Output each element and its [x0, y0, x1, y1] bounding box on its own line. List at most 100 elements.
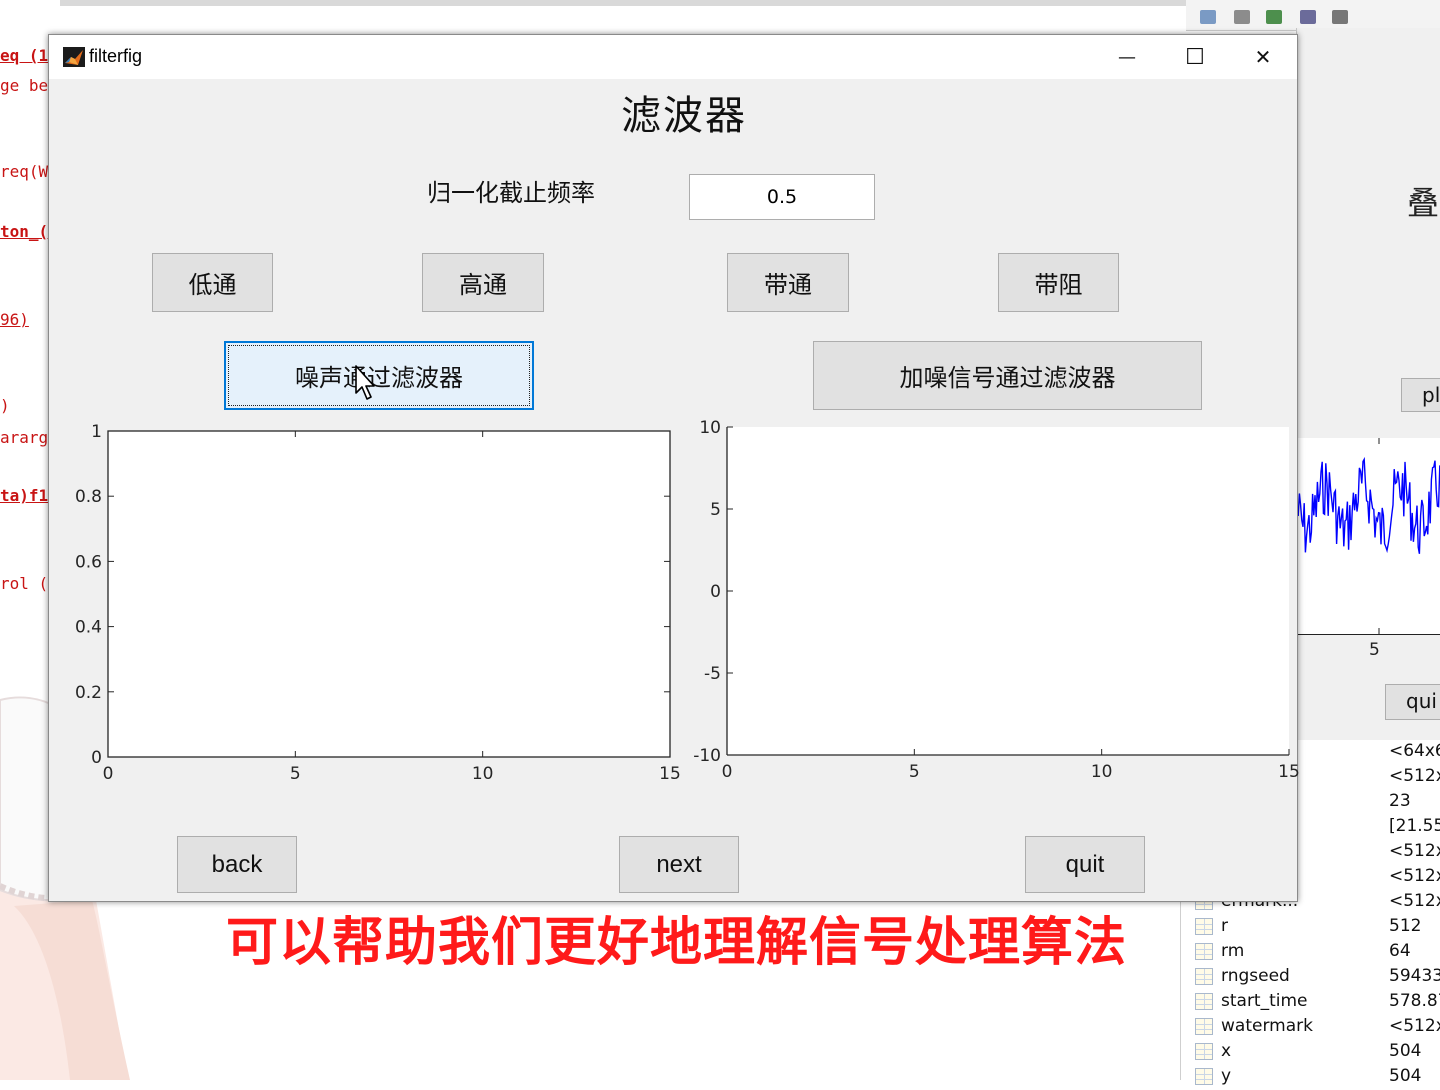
variable-value: 504: [1389, 1041, 1422, 1061]
y-tick-label: 1: [91, 422, 102, 442]
background-quit-button[interactable]: qui: [1385, 684, 1440, 720]
video-subtitle: 可以帮助我们更好地理解信号处理算法: [226, 913, 1128, 973]
workspace-variable-row[interactable]: rm 64: [1181, 940, 1440, 965]
y-tick-label: 0.6: [75, 552, 102, 572]
mouse-cursor-icon: [355, 365, 375, 400]
toolbar-icon: [1332, 10, 1348, 24]
x-tick-label: 0: [103, 764, 114, 784]
variable-icon: [1195, 943, 1213, 960]
toolbar-icon: [1300, 10, 1316, 24]
code-line: 96): [0, 310, 29, 329]
variable-value: 64: [1389, 941, 1411, 961]
background-figure-heading: 叠: [1407, 184, 1440, 222]
y-tick-label: 0: [710, 582, 721, 602]
y-tick-label: -10: [693, 746, 721, 766]
lowpass-button[interactable]: 低通: [152, 253, 273, 312]
toolbar-icon: [1200, 10, 1216, 24]
variable-value: <512x: [1389, 1016, 1440, 1036]
cutoff-frequency-label: 归一化截止频率: [427, 179, 595, 207]
x-tick-label: 5: [909, 762, 920, 782]
variable-value: 59433: [1389, 966, 1440, 986]
x-tick-label: 10: [472, 764, 494, 784]
plot-area: [727, 427, 1289, 755]
background-figure-window: 叠 pl 5 qui: [1296, 28, 1440, 740]
variable-name: y: [1221, 1066, 1232, 1086]
y-tick-label: 10: [699, 418, 721, 438]
variable-icon: [1195, 993, 1213, 1010]
close-icon: ✕: [1254, 45, 1272, 69]
x-tick-label: 15: [1278, 762, 1299, 782]
variable-value: 23: [1389, 791, 1411, 811]
matlab-icon: [63, 47, 85, 67]
bandstop-button[interactable]: 带阻: [998, 253, 1119, 312]
maximize-button[interactable]: ☐: [1161, 35, 1229, 79]
bandpass-button[interactable]: 带通: [727, 253, 849, 312]
background-axis-tick: 5: [1369, 640, 1380, 660]
left-plot-axes: 0 5 10 1500.20.40.60.81: [75, 422, 681, 784]
close-button[interactable]: ✕: [1229, 35, 1297, 79]
code-line: ): [0, 396, 10, 415]
variable-name: r: [1221, 916, 1228, 936]
variable-value: <512x: [1389, 766, 1440, 786]
right-plot-axes: 0 5 10 15 -10 -5 0 5 10: [693, 418, 1299, 782]
workspace-variable-row[interactable]: y 504: [1181, 1065, 1440, 1090]
variable-icon: [1195, 968, 1213, 985]
x-tick-label: 10: [1091, 762, 1113, 782]
maximize-icon: ☐: [1185, 44, 1205, 70]
variable-icon: [1195, 1043, 1213, 1060]
y-tick-label: 0.2: [75, 683, 102, 703]
workspace-variable-row[interactable]: watermark <512x: [1181, 1015, 1440, 1040]
variable-icon: [1195, 1018, 1213, 1035]
plot-area: [107, 430, 671, 758]
variable-value: [21.55: [1389, 816, 1440, 836]
background-toolbar: [1186, 0, 1440, 31]
variable-icon: [1195, 918, 1213, 935]
workspace-variable-row[interactable]: r 512: [1181, 915, 1440, 940]
title-bar[interactable]: filterfig — ☐ ✕: [49, 35, 1297, 79]
variable-value: 578.87: [1389, 991, 1440, 1011]
y-tick-label: 0.4: [75, 618, 102, 638]
x-tick-label: 0: [722, 762, 733, 782]
code-line: ton_(: [0, 222, 49, 241]
quit-button[interactable]: quit: [1025, 836, 1145, 893]
variable-value: 504: [1389, 1066, 1422, 1086]
background-signal-plot: [1296, 438, 1440, 634]
noisy-signal-through-filter-button[interactable]: 加噪信号通过滤波器: [813, 341, 1202, 410]
variable-value: 512: [1389, 916, 1422, 936]
highpass-button[interactable]: 高通: [422, 253, 544, 312]
background-axes: [1296, 438, 1440, 635]
variable-name: rm: [1221, 941, 1245, 961]
noise-through-filter-button[interactable]: 噪声通过滤波器: [224, 341, 534, 410]
variable-value: <64x6: [1389, 741, 1440, 761]
workspace-variable-row[interactable]: rngseed 59433: [1181, 965, 1440, 990]
minimize-icon: —: [1118, 46, 1136, 68]
page-title: 滤波器: [621, 93, 747, 139]
workspace-variable-row[interactable]: x 504: [1181, 1040, 1440, 1065]
back-button[interactable]: back: [177, 836, 297, 893]
code-line: rol (: [0, 574, 49, 593]
background-signal-line: [1296, 456, 1440, 554]
variable-name: rngseed: [1221, 966, 1290, 986]
variable-name: watermark: [1221, 1016, 1313, 1036]
x-tick-label: 5: [290, 764, 301, 784]
y-tick-label: 0.8: [75, 487, 102, 507]
y-tick-label: 0: [91, 748, 102, 768]
variable-name: start_time: [1221, 991, 1308, 1011]
variable-value: <512x: [1389, 841, 1440, 861]
variable-value: <512x: [1389, 866, 1440, 886]
y-tick-label: -5: [704, 664, 721, 684]
variable-name: x: [1221, 1041, 1232, 1061]
next-button[interactable]: next: [619, 836, 739, 893]
y-tick-label: 5: [710, 500, 721, 520]
workspace-variable-row[interactable]: start_time 578.87: [1181, 990, 1440, 1015]
code-line: ta)f1: [0, 486, 49, 505]
background-plot-button[interactable]: pl: [1401, 378, 1440, 412]
variable-value: <512x: [1389, 891, 1440, 911]
code-line: eq (1: [0, 46, 49, 65]
toolbar-icon: [1234, 10, 1250, 24]
window-title: filterfig: [89, 46, 143, 66]
cutoff-frequency-input[interactable]: [689, 174, 875, 220]
minimize-button[interactable]: —: [1093, 35, 1161, 79]
variable-icon: [1195, 1068, 1213, 1085]
filterfig-window: filterfig — ☐ ✕ 滤波器 归一化截止频率 低通 高通 带通 带阻 …: [48, 34, 1299, 902]
